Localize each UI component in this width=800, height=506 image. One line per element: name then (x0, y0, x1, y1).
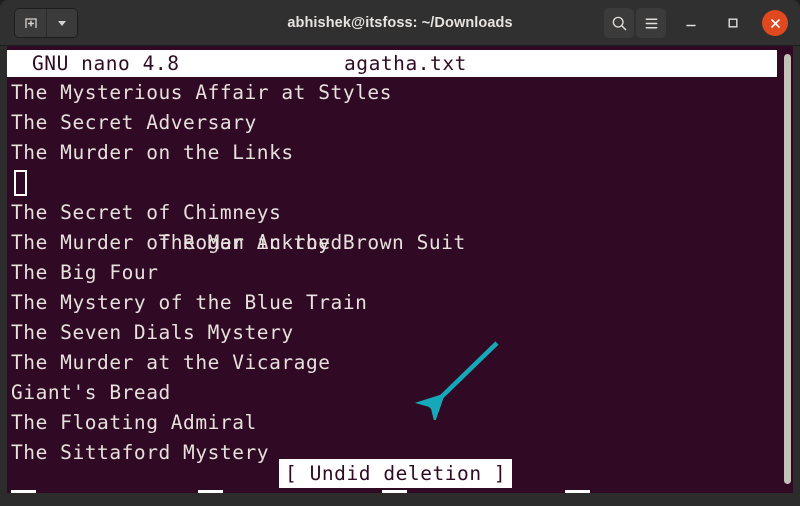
document-line: The Floating Admiral (11, 408, 781, 438)
line-text: The Sittaford Mystery (11, 441, 270, 464)
shortcut-cut-text[interactable]: ^K Cut Text (565, 489, 699, 493)
search-button[interactable] (604, 8, 634, 38)
close-icon (770, 18, 780, 28)
line-text: The Murder of Roger Ackroyd (11, 231, 343, 254)
shortcut-label: Cut Text (590, 490, 699, 493)
titlebar-right-controls (604, 8, 790, 38)
document-line: The Murder on the Links (11, 138, 781, 168)
line-text: The Floating Admiral (11, 411, 257, 434)
shortcut-key: ^K (565, 490, 590, 493)
search-icon (612, 16, 626, 30)
close-button[interactable] (762, 10, 788, 36)
nano-document[interactable]: The Mysterious Affair at Styles The Secr… (11, 78, 781, 468)
line-text: The Secret Adversary (11, 111, 257, 134)
shortcut-write-out[interactable]: ^O Write Out (198, 489, 344, 493)
terminal-window: abhishek@itsfoss: ~/Downloads GNU nano 4… (0, 0, 800, 506)
document-line: The Seven Dials Mystery (11, 318, 781, 348)
shortcut-key: ^W (382, 490, 407, 493)
nano-editor[interactable]: GNU nano 4.8 agatha.txt The Mysterious A… (7, 46, 793, 493)
shortcut-key: ^O (198, 490, 223, 493)
shortcut-where-is[interactable]: ^W Where Is (382, 489, 516, 493)
maximize-button[interactable] (716, 8, 750, 38)
nano-filename-label: agatha.txt (344, 52, 467, 75)
terminal-body: GNU nano 4.8 agatha.txt The Mysterious A… (0, 46, 800, 506)
document-line: The Secret of Chimneys (11, 198, 781, 228)
minimize-button[interactable] (674, 8, 708, 38)
document-line: The Mystery of the Blue Train (11, 288, 781, 318)
line-text: Giant's Bread (11, 381, 171, 404)
line-text: The Seven Dials Mystery (11, 321, 294, 344)
document-line: The Mysterious Affair at Styles (11, 78, 781, 108)
screenshot-root: abhishek@itsfoss: ~/Downloads GNU nano 4… (0, 0, 800, 506)
document-line: The Big Four (11, 258, 781, 288)
nano-version-label: GNU nano 4.8 (32, 52, 180, 75)
line-text: The Secret of Chimneys (11, 201, 282, 224)
minimize-icon (686, 24, 696, 27)
nano-status-message: [ Undid deletion ] (279, 459, 513, 488)
text-cursor (14, 170, 27, 196)
shortcut-get-help[interactable]: ^G Get Help (11, 489, 145, 493)
menu-button[interactable] (636, 8, 666, 38)
shortcut-label: Where Is (407, 490, 516, 493)
terminal-scrollbar[interactable] (781, 46, 793, 493)
maximize-icon (728, 18, 738, 28)
document-line: Giant's Bread (11, 378, 781, 408)
line-text: The Murder at the Vicarage (11, 351, 331, 374)
line-text: The Mysterious Affair at Styles (11, 81, 392, 104)
hamburger-menu-icon (645, 18, 657, 28)
line-text: The Murder on the Links (11, 141, 294, 164)
terminal-scrollbar-thumb[interactable] (784, 54, 791, 484)
shortcut-row-1: ^G Get Help ^O Write Out ^W Where Is ^ (7, 489, 793, 493)
document-line: The Secret Adversary (11, 108, 781, 138)
line-text: The Big Four (11, 261, 159, 284)
document-line: The Murder of Roger Ackroyd (11, 228, 781, 258)
shortcut-key: ^G (11, 490, 36, 493)
nano-title-bar: GNU nano 4.8 agatha.txt (7, 50, 777, 77)
shortcut-label: Get Help (36, 490, 145, 493)
document-line: The Murder at the Vicarage (11, 348, 781, 378)
shortcut-label: Write Out (223, 490, 345, 493)
document-line-with-cursor: The Man in the Brown Suit (11, 168, 781, 254)
line-text: The Mystery of the Blue Train (11, 291, 368, 314)
nano-shortcut-bar: ^G Get Help ^O Write Out ^W Where Is ^ (7, 489, 793, 493)
window-titlebar: abhishek@itsfoss: ~/Downloads (0, 0, 800, 46)
